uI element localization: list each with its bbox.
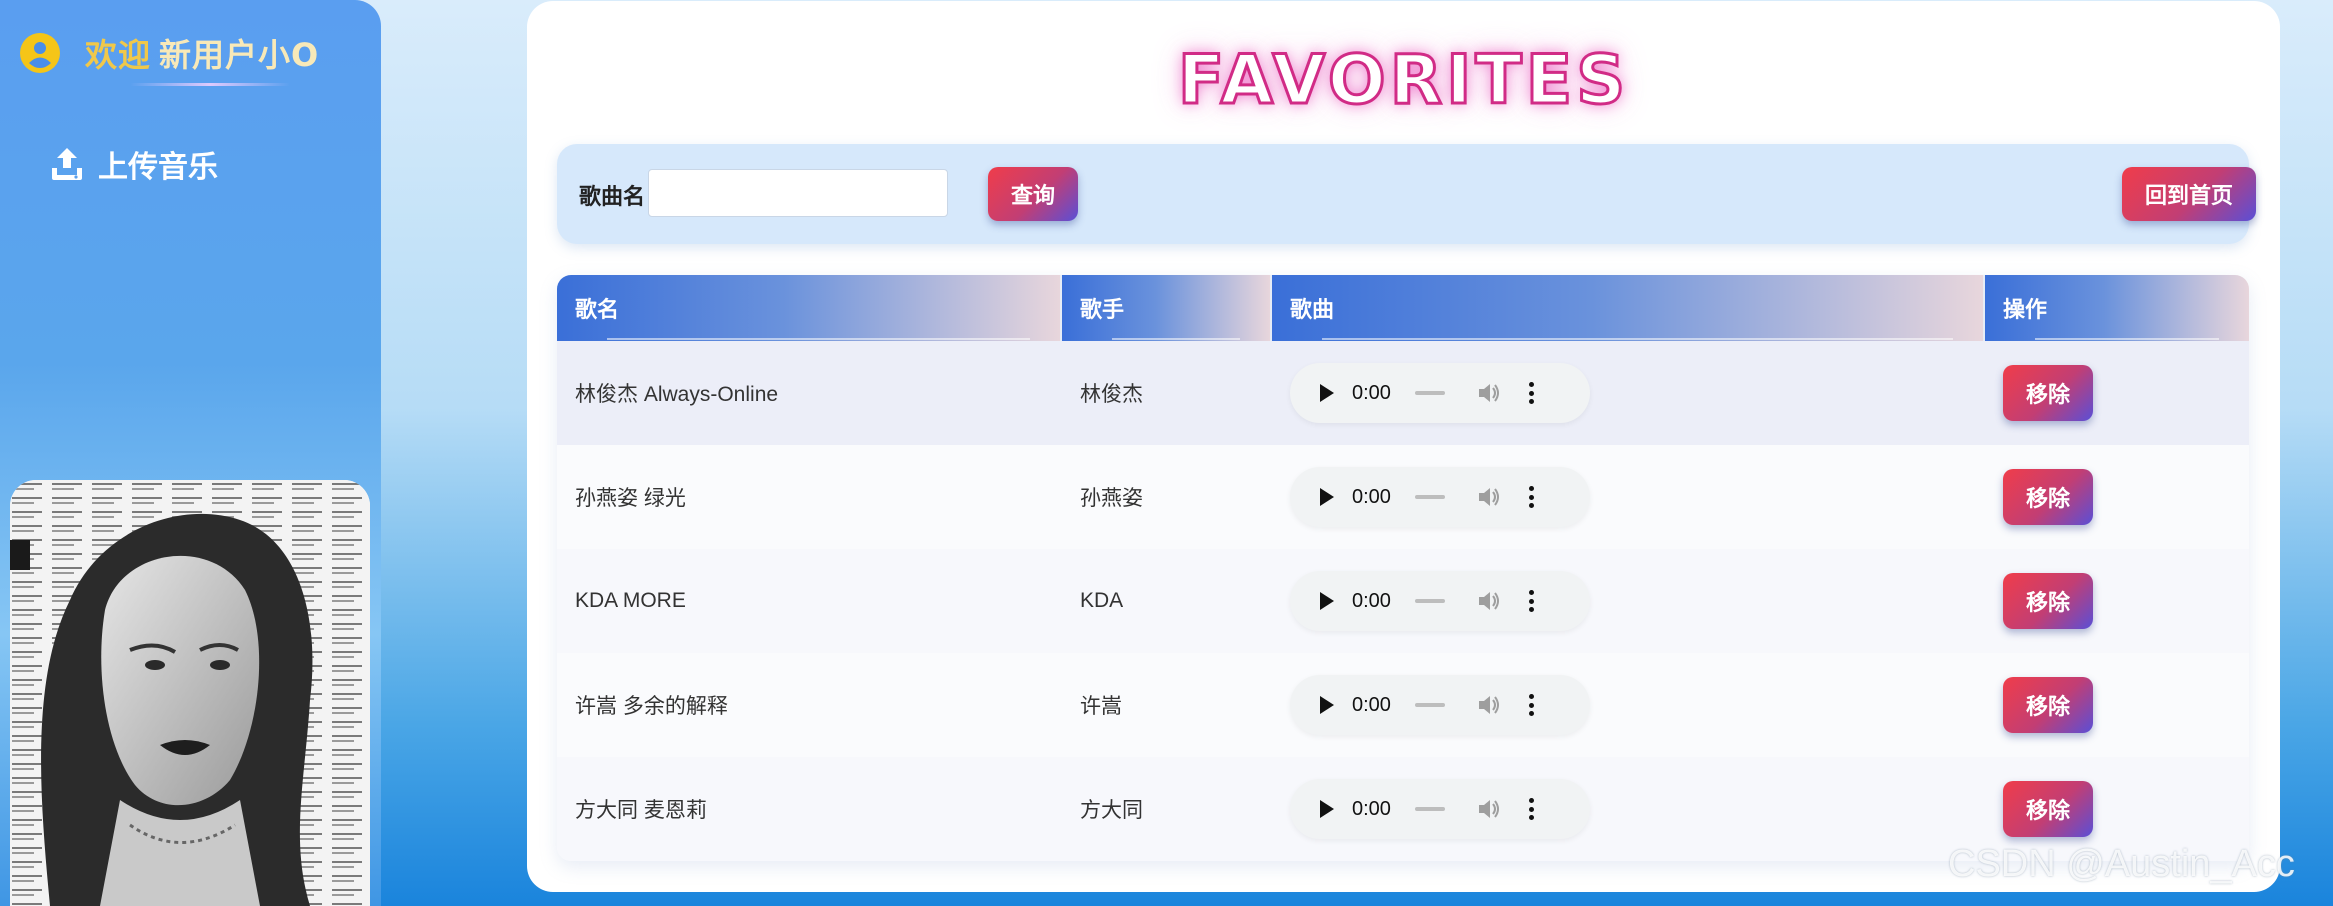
action-cell: 移除 [1985,653,2249,757]
sidebar: 欢迎 新用户小O 上传音乐 [0,0,381,906]
audio-time: 0:00 [1352,485,1391,508]
play-icon[interactable] [1320,592,1334,610]
play-icon[interactable] [1320,384,1334,402]
table-row: KDA MORE KDA 0:00 移除 [557,549,2249,653]
audio-time: 0:00 [1352,381,1391,404]
header-song: 歌曲 [1272,275,1985,341]
remove-button[interactable]: 移除 [2003,365,2093,421]
volume-icon[interactable] [1477,694,1501,716]
more-options-icon[interactable] [1529,590,1535,612]
song-name-cell: 许嵩 多余的解释 [575,695,728,718]
volume-icon[interactable] [1477,798,1501,820]
username: 新用户小O [159,36,320,74]
welcome-text: 欢迎 新用户小O [85,30,319,76]
audio-time: 0:00 [1352,693,1391,716]
search-bar: 歌曲名 查询 回到首页 [557,144,2256,244]
table-row: 林俊杰 Always-Online 林俊杰 0:00 移除 [557,341,2249,445]
audio-cell: 0:00 [1272,445,1985,549]
play-icon[interactable] [1320,800,1334,818]
song-name-cell: 方大同 麦恩莉 [575,799,707,822]
artist-cell: 方大同 [1080,799,1143,822]
header-artist: 歌手 [1062,275,1272,341]
artist-cell: KDA [1080,589,1124,612]
audio-cell: 0:00 [1272,653,1985,757]
remove-button[interactable]: 移除 [2003,677,2093,733]
action-cell: 移除 [1985,341,2249,445]
audio-progress-bar[interactable] [1414,599,1445,603]
table-row: 孙燕姿 绿光 孙燕姿 0:00 移除 [557,445,2249,549]
remove-button[interactable]: 移除 [2003,781,2093,837]
audio-progress-bar[interactable] [1414,495,1445,499]
song-name-input[interactable] [648,169,948,217]
table-header: 歌名 歌手 歌曲 操作 [557,275,2249,341]
search-label: 歌曲名 [579,185,646,210]
upload-icon [52,148,82,180]
play-icon[interactable] [1320,696,1334,714]
audio-player[interactable]: 0:00 [1290,467,1590,527]
artist-cell: 许嵩 [1080,695,1122,718]
remove-button[interactable]: 移除 [2003,469,2093,525]
artist-cell: 林俊杰 [1080,383,1143,406]
more-options-icon[interactable] [1529,798,1535,820]
action-cell: 移除 [1985,445,2249,549]
favorites-table: 歌名 歌手 歌曲 操作 林俊杰 Always-Online 林俊杰 0:00 移… [557,275,2249,861]
audio-progress-bar[interactable] [1414,391,1445,395]
table-row: 许嵩 多余的解释 许嵩 0:00 移除 [557,653,2249,757]
volume-icon[interactable] [1477,486,1501,508]
remove-button[interactable]: 移除 [2003,573,2093,629]
audio-player[interactable]: 0:00 [1290,571,1590,631]
audio-player[interactable]: 0:00 [1290,675,1590,735]
audio-player[interactable]: 0:00 [1290,779,1590,839]
main-panel: FAVORITES 歌曲名 查询 回到首页 歌名 歌手 歌曲 操作 林俊杰 Al… [527,1,2280,892]
header-song-name: 歌名 [557,275,1062,341]
page-title: FAVORITES [1176,40,1630,122]
more-options-icon[interactable] [1529,382,1535,404]
audio-progress-bar[interactable] [1414,703,1445,707]
more-options-icon[interactable] [1529,694,1535,716]
audio-player[interactable]: 0:00 [1290,363,1590,423]
user-avatar-icon[interactable] [20,33,60,73]
volume-icon[interactable] [1477,590,1501,612]
audio-time: 0:00 [1352,589,1391,612]
audio-time: 0:00 [1352,797,1391,820]
upload-label: 上传音乐 [98,150,218,185]
artist-cell: 孙燕姿 [1080,487,1143,510]
more-options-icon[interactable] [1529,486,1535,508]
welcome-greeting: 欢迎 [85,36,152,74]
audio-cell: 0:00 [1272,549,1985,653]
query-button[interactable]: 查询 [988,167,1078,221]
table-body: 林俊杰 Always-Online 林俊杰 0:00 移除 孙燕姿 绿光 孙燕姿… [557,341,2249,861]
volume-icon[interactable] [1477,382,1501,404]
song-name-cell: 孙燕姿 绿光 [575,487,686,510]
audio-progress-bar[interactable] [1414,807,1445,811]
audio-cell: 0:00 [1272,757,1985,861]
song-name-cell: 林俊杰 Always-Online [575,383,779,406]
watermark: CSDN @Austin_Acc [1948,843,2295,885]
song-name-cell: KDA MORE [575,589,686,612]
header-action: 操作 [1985,275,2249,341]
audio-cell: 0:00 [1272,341,1985,445]
welcome-header: 欢迎 新用户小O [20,30,319,76]
action-cell: 移除 [1985,549,2249,653]
play-icon[interactable] [1320,488,1334,506]
back-home-button[interactable]: 回到首页 [2122,167,2256,221]
upload-music-link[interactable]: 上传音乐 [50,142,218,186]
welcome-underline [130,83,290,86]
album-poster-image [10,480,370,906]
